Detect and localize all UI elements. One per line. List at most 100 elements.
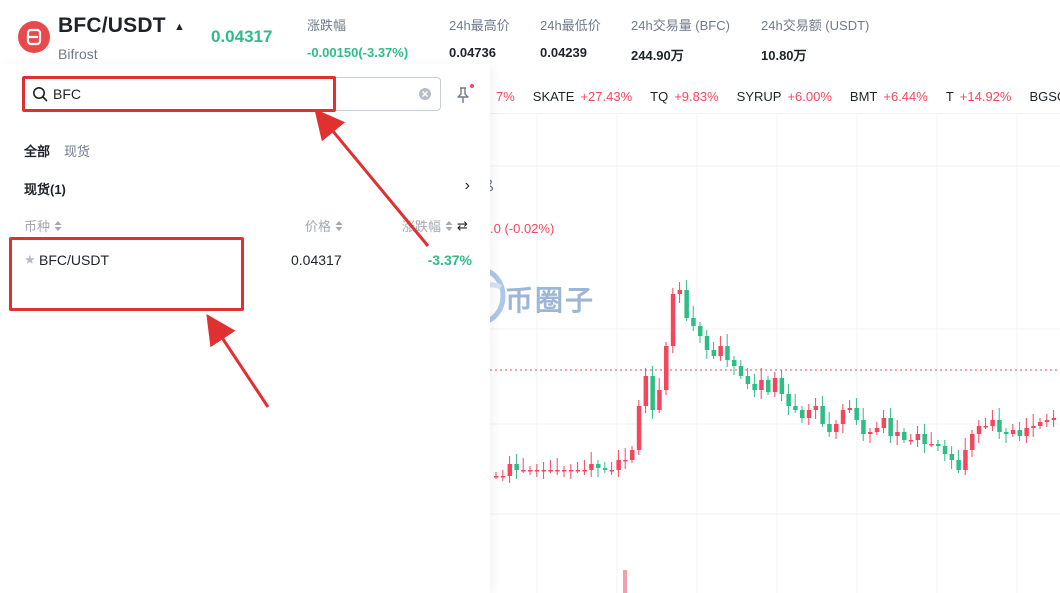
pair-dropdown-caret-icon[interactable]: ▲ bbox=[174, 21, 185, 33]
ticker-item[interactable]: BMT +6.44% bbox=[850, 89, 928, 104]
candle-body bbox=[772, 378, 778, 392]
watermark-text: 币圈子 bbox=[505, 285, 596, 316]
candle-body bbox=[936, 444, 941, 446]
candle-body bbox=[956, 460, 961, 470]
ticker-symbol: TQ bbox=[650, 89, 669, 104]
candle-body bbox=[881, 418, 887, 428]
candle-body bbox=[718, 346, 723, 356]
candle-body bbox=[1017, 430, 1023, 436]
candle-body bbox=[786, 394, 791, 406]
candle-body bbox=[820, 406, 825, 424]
candle-body bbox=[534, 470, 540, 472]
candle-body bbox=[752, 384, 757, 390]
sort-icon[interactable] bbox=[445, 220, 453, 231]
candlestick-chart[interactable] bbox=[490, 114, 1060, 593]
pin-icon[interactable] bbox=[455, 86, 471, 104]
candle-body bbox=[779, 378, 785, 394]
ticker-symbol: SYRUP bbox=[736, 89, 782, 104]
candle-body bbox=[1038, 422, 1043, 426]
sort-icon[interactable] bbox=[54, 220, 62, 231]
candle-body bbox=[759, 380, 764, 390]
candle-body bbox=[874, 428, 880, 432]
candle-body bbox=[997, 420, 1002, 432]
stat-24h-volume: 24h交易量 (BFC) 244.90万 bbox=[631, 15, 730, 64]
candle-body bbox=[929, 444, 934, 446]
ticker-item[interactable]: SYRUP +6.00% bbox=[737, 89, 832, 104]
candle-body bbox=[732, 360, 737, 366]
stat-change: 涨跌幅 -0.00150(-3.37%) bbox=[307, 15, 408, 60]
candle-body bbox=[861, 420, 866, 434]
candle-body bbox=[691, 318, 696, 326]
candle-body bbox=[902, 432, 907, 440]
column-change-header[interactable]: 涨跌幅 ⇄ bbox=[402, 216, 468, 235]
stat-value: 0.04736 bbox=[449, 45, 496, 60]
candlestick-chart-svg[interactable] bbox=[490, 114, 1060, 593]
candle-body bbox=[1024, 428, 1029, 436]
ticker-item[interactable]: T +14.92% bbox=[946, 89, 1012, 104]
candle-body bbox=[657, 390, 662, 410]
candle-body bbox=[562, 470, 567, 472]
candle-body bbox=[521, 470, 526, 472]
column-price-header[interactable]: 价格 bbox=[305, 216, 343, 235]
pair-search-panel: 全部 现货 现货(1) › 币种 价格 涨跌幅 ⇄ ★ BFC/USDT 0.0… bbox=[0, 64, 490, 593]
candle-body bbox=[677, 290, 683, 294]
candle-body bbox=[1004, 432, 1009, 434]
sort-icon[interactable] bbox=[335, 220, 343, 231]
column-symbol-header[interactable]: 币种 bbox=[24, 216, 62, 235]
ticker-change: +6.00% bbox=[787, 89, 832, 104]
ticker-symbol: SKATE bbox=[532, 89, 575, 104]
ticker-item[interactable]: TQ +9.83% bbox=[650, 89, 719, 104]
stat-24h-high: 24h最高价 0.04736 bbox=[449, 15, 510, 60]
candle-body bbox=[636, 406, 642, 450]
candle-body bbox=[834, 424, 839, 432]
candle-body bbox=[725, 346, 730, 360]
candle-body bbox=[922, 434, 927, 444]
candle-body bbox=[983, 426, 989, 428]
candle-body bbox=[800, 410, 805, 418]
candle-body bbox=[990, 420, 995, 426]
ticker-change: +27.43% bbox=[580, 89, 633, 104]
candle-body bbox=[596, 464, 601, 468]
candle-body bbox=[650, 376, 655, 410]
tab-all[interactable]: 全部 bbox=[24, 141, 50, 160]
candle-body bbox=[854, 408, 859, 420]
column-label: 价格 bbox=[305, 219, 332, 234]
candle-body bbox=[704, 336, 710, 350]
candle-body bbox=[949, 454, 955, 460]
chevron-right-icon[interactable]: › bbox=[465, 177, 470, 198]
candle-body bbox=[630, 450, 635, 460]
candle-body bbox=[1031, 426, 1036, 428]
candle-body bbox=[528, 470, 533, 472]
ticker-symbol: BMT bbox=[849, 89, 878, 104]
clear-icon[interactable] bbox=[418, 87, 432, 101]
swap-icon[interactable]: ⇄ bbox=[457, 218, 468, 234]
candle-body bbox=[793, 406, 798, 410]
pair-subtitle: Bifrost bbox=[58, 46, 98, 62]
tab-spot[interactable]: 现货 bbox=[64, 141, 90, 160]
candle-body bbox=[643, 376, 649, 406]
pair-title[interactable]: BFC/USDT bbox=[58, 14, 166, 38]
candle-body bbox=[976, 426, 982, 434]
candle-body bbox=[868, 432, 873, 434]
ticker-strip: 7% SKATE +27.43% TQ +9.83% SYRUP +6.00% BMT… bbox=[490, 80, 1060, 114]
market-header: BFC/USDT ▲ Bifrost 0.04317 涨跌幅 -0.00150(… bbox=[0, 0, 1060, 64]
candle-body bbox=[1044, 420, 1050, 422]
candle-body bbox=[745, 376, 751, 384]
candle-body bbox=[623, 460, 628, 462]
result-change: -3.37% bbox=[427, 252, 472, 268]
ticker-item[interactable]: BGSC bbox=[1029, 89, 1060, 104]
candle-body bbox=[908, 440, 914, 442]
spot-section-header[interactable]: 现货(1) › bbox=[24, 177, 470, 198]
candle-body bbox=[766, 380, 771, 392]
candle-body bbox=[970, 434, 975, 450]
stat-24h-turnover: 24h交易额 (USDT) 10.80万 bbox=[761, 15, 869, 64]
stat-value: -0.00150(-3.37%) bbox=[307, 45, 409, 60]
volume-bar bbox=[623, 570, 627, 593]
ticker-item[interactable]: SKATE +27.43% bbox=[533, 89, 632, 104]
candle-body bbox=[888, 418, 893, 436]
candle-body bbox=[548, 470, 553, 472]
ticker-item[interactable]: 7% bbox=[490, 89, 515, 104]
candle-body bbox=[575, 470, 581, 472]
stat-label: 24h交易额 (USDT) bbox=[761, 18, 870, 33]
candle-body bbox=[500, 476, 506, 478]
